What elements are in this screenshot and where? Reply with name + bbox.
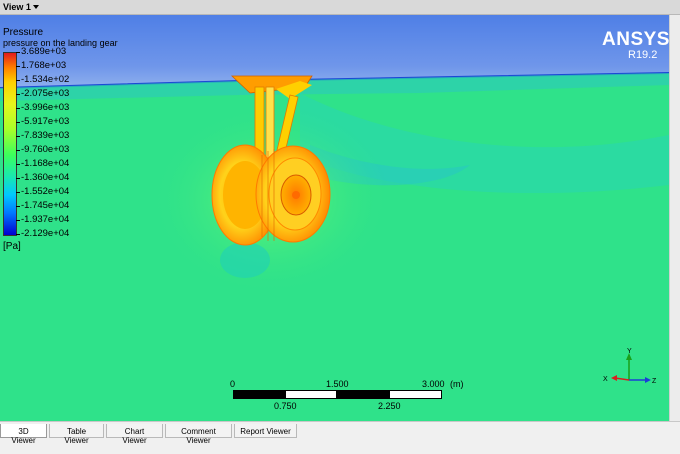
legend-tick — [16, 234, 20, 235]
tab-comment-viewer[interactable]: Comment Viewer — [165, 424, 232, 445]
legend-tick — [16, 136, 20, 137]
legend-tick — [16, 206, 20, 207]
legend-value-label: -2.075e+03 — [21, 88, 70, 99]
scale-segment-1 — [233, 390, 285, 399]
scale-label-1500: 1.500 — [326, 379, 349, 389]
triad-y-label: Y — [627, 348, 632, 355]
legend-value-label: -3.996e+03 — [21, 102, 70, 113]
triad-x-label: X — [603, 376, 608, 383]
legend-value-label: 1.768e+03 — [21, 60, 67, 71]
legend-tick — [16, 192, 20, 193]
tab-table-viewer[interactable]: Table Viewer — [49, 424, 104, 445]
scale-segment-3 — [337, 390, 389, 399]
legend-value-label: -1.360e+04 — [21, 172, 70, 183]
triad-z-label: Z — [652, 378, 657, 385]
legend-value-label: -9.760e+03 — [21, 144, 70, 155]
tab-3d-viewer[interactable]: 3D Viewer — [0, 424, 47, 445]
scale-unit: (m) — [450, 379, 464, 389]
legend-value-label: -1.168e+04 — [21, 158, 70, 169]
legend-tick — [16, 66, 20, 67]
legend-value-label: -5.917e+03 — [21, 116, 70, 127]
legend-colorbar — [3, 52, 17, 236]
legend-value-label: -7.839e+03 — [21, 130, 70, 141]
scale-segment-2 — [285, 390, 337, 399]
graphics-viewport[interactable]: ANSYS R19.2 Pressure pressure on the lan… — [0, 15, 669, 421]
tab-report-viewer[interactable]: Report Viewer — [234, 424, 297, 438]
view-dropdown-arrow-icon[interactable] — [33, 5, 39, 9]
scale-label-2250: 2.250 — [378, 401, 401, 411]
tab-chart-viewer[interactable]: Chart Viewer — [106, 424, 163, 445]
legend-value-label: -1.745e+04 — [21, 200, 70, 211]
vertical-scrollbar[interactable] — [669, 15, 680, 421]
view-titlebar: View 1 — [0, 0, 680, 15]
legend-value-label: -1.534e+02 — [21, 74, 70, 85]
legend-title: Pressure — [3, 27, 44, 38]
legend-value-label: -1.552e+04 — [21, 186, 70, 197]
scale-label-0750: 0.750 — [274, 401, 297, 411]
legend-value-label: -1.937e+04 — [21, 214, 70, 225]
legend-tick — [16, 80, 20, 81]
legend-unit: [Pa] — [3, 241, 21, 252]
scale-segment-4 — [389, 390, 442, 399]
legend-tick — [16, 178, 20, 179]
legend-value-label: 3.689e+03 — [21, 46, 67, 57]
legend-tick — [16, 94, 20, 95]
legend-tick — [16, 150, 20, 151]
legend-value-label: -2.129e+04 — [21, 228, 70, 239]
legend-tick — [16, 122, 20, 123]
legend-tick — [16, 108, 20, 109]
pressure-contour-scene — [0, 15, 669, 421]
axis-triad-icon: Y Z X — [603, 348, 657, 385]
ansys-version: R19.2 — [628, 49, 658, 61]
legend-tick — [16, 164, 20, 165]
view-selector-label[interactable]: View 1 — [3, 2, 31, 12]
scale-label-3000: 3.000 — [422, 379, 445, 389]
legend-tick — [16, 52, 20, 53]
legend-tick — [16, 220, 20, 221]
viewer-tabbar: 3D Viewer Table Viewer Chart Viewer Comm… — [0, 421, 680, 454]
ansys-logo: ANSYS — [602, 29, 669, 50]
scale-label-0: 0 — [230, 379, 236, 389]
